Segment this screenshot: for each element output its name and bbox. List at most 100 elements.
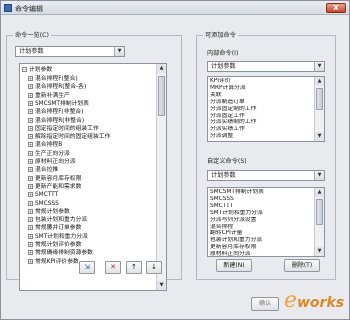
app-icon [4,4,12,12]
expand-icon[interactable]: + [28,167,33,173]
expand-icon[interactable]: + [28,117,33,123]
tree-item[interactable]: + 常规计划评价参数 [28,241,156,248]
expand-icon[interactable]: + [28,233,33,239]
move-up-button[interactable]: ↑ [126,261,142,274]
tree-item-label: SMCTTT [35,192,59,199]
expand-icon[interactable]: + [28,142,33,148]
tree-item-label: 常规腰井订单参数 [35,225,82,232]
expand-icon[interactable]: + [28,242,33,247]
command-tree-scrollbar[interactable]: ▲ ▼ [156,64,166,290]
tree-item[interactable]: + 固定指定时间的组装工作 [28,125,156,132]
tree-item[interactable]: + SMCSSS [28,200,156,207]
expand-icon[interactable]: + [28,225,33,231]
scroll-up-icon[interactable]: ▲ [157,64,166,73]
tree-item[interactable]: + SMCSMT排制计划表 [28,100,156,107]
builtin-commands-list[interactable]: KPI评价 MRP计算分派 关联 分派制造订单 分派固定制的工作 分派固定工作 分派实绩制的… [207,76,325,142]
builtin-list-scrollbar[interactable]: ▲ ▼ [314,77,324,141]
ok-button[interactable]: 确认 [251,297,279,311]
new-command-button[interactable]: 新建(N) [216,259,252,272]
delete-command-button[interactable]: 删除(T) [284,259,320,272]
tree-item[interactable]: + 更新容月库存权限 [28,175,156,182]
tree-item[interactable]: + 混合排程F(非整合) [28,108,156,115]
close-button[interactable]: X [326,3,346,13]
watermark-e: e [284,288,298,313]
chevron-down-icon[interactable]: ▼ [314,171,324,180]
tree-item[interactable]: + 包装计划和重力分派 [28,216,156,223]
expand-icon[interactable]: + [28,125,33,131]
expand-icon[interactable]: + [28,258,33,264]
tree-item-label: 原材料正向分派 [35,159,76,165]
tree-item-label: SMCSMT排制计划表 [35,100,89,107]
command-edit-dialog: 命令编辑 X 命令一览(C) 计划参数 ▼ − 计划参数 + 混合排程F(整合) + 混… [0,0,350,320]
scroll-thumb[interactable] [158,76,165,116]
tree-item-label: 混合排程F(非整合) [35,109,84,116]
builtin-command-item[interactable]: 分派调整 [210,133,312,140]
command-category-select[interactable]: 计划参数 ▼ [15,46,125,57]
scroll-thumb[interactable] [316,199,323,225]
expand-icon[interactable]: + [28,134,33,140]
expand-icon[interactable]: + [28,150,33,156]
tree-item-label: 混合排程R(非整合) [35,117,85,124]
custom-list-scrollbar[interactable]: ▲ ▼ [314,188,324,256]
tree-item-label: 常规确缘排制资源参数 [35,250,93,257]
tree-item[interactable]: + 混合排程F(整合) [28,75,156,82]
tree-item[interactable]: + 混合拉推 [28,166,156,173]
tree-item-label: 混合排程R(整合-各) [35,84,87,91]
expand-icon[interactable]: + [28,192,33,198]
tree-item[interactable]: + 常规确缘排制资源参数 [28,249,156,256]
tree-item[interactable]: + 原材料正向分派 [28,158,156,165]
custom-command-item[interactable]: 原材料正向分派 [210,251,312,256]
scroll-down-icon[interactable]: ▼ [315,247,324,256]
tree-item-label: 混合排程B [35,142,63,149]
tree-item[interactable]: + 解除指定时间的固定组装工作 [28,133,156,140]
tree-item[interactable]: + 混合排程R(整合-各) [28,83,156,90]
tree-item[interactable]: + SMCTTT [28,191,156,198]
collapse-icon[interactable]: − [22,67,27,72]
custom-category-select[interactable]: 计划参数 ▼ [207,170,325,181]
expand-icon[interactable]: + [28,109,33,115]
expand-icon[interactable]: + [28,159,33,164]
tree-item[interactable]: + 混合排程B [28,141,156,148]
tree-item[interactable]: + 更新产能和需求数 [28,183,156,190]
tree-item-label: SMCSSS [35,200,59,207]
expand-icon[interactable]: + [28,217,33,223]
tree-item[interactable]: + 混合排程R(非整合) [28,117,156,124]
tree-item[interactable]: + 生产正向分派 [28,150,156,157]
tree-item-label: 包装计划和重力分派 [35,217,88,224]
scroll-down-icon[interactable]: ▼ [315,132,324,141]
expand-icon[interactable]: + [28,208,33,214]
tree-item[interactable]: + SMT计划和重力分派 [28,233,156,240]
tree-item[interactable]: + 常规计划参数 [28,208,156,215]
expand-icon[interactable]: + [28,92,33,98]
delete-icon: ✕ [110,263,116,271]
available-commands-group: 可添加命令 内部命令(I) 计划参数 ▼ KPI评价 MRP计算分派 关联 分派制造订… [196,31,336,280]
move-down-button[interactable]: ↓ [146,261,162,274]
expand-icon[interactable]: + [28,250,33,256]
title-bar[interactable]: 命令编辑 X [1,1,349,15]
scroll-up-icon[interactable]: ▲ [315,188,324,197]
tree-item-label: 生产正向分派 [35,150,70,157]
expand-icon[interactable]: + [28,175,33,181]
tree-item-label: 更新产能和需求数 [35,183,82,190]
command-tree[interactable]: − 计划参数 + 混合排程F(整合) + 混合排程R(整合-各) + 重新补满生产 + SMCS… [19,63,167,291]
scroll-up-icon[interactable]: ▲ [315,77,324,86]
custom-commands-list[interactable]: SMCSMT排制计划表 SMCSSS SMCTTT SMT计划和重力分派 分派与列分派设… [207,187,325,257]
expand-icon[interactable]: + [28,100,33,106]
tree-item[interactable]: + 重新补满生产 [28,92,156,99]
builtin-category-select[interactable]: 计划参数 ▼ [207,61,325,72]
builtin-category-value: 计划参数 [211,63,236,70]
expand-icon[interactable]: + [28,84,33,90]
expand-icon[interactable]: + [28,183,33,189]
tree-item[interactable]: + 常规腰井订单参数 [28,224,156,231]
add-to-list-button[interactable]: ⇲ [79,261,95,274]
expand-icon[interactable]: + [28,200,33,206]
custom-commands-label: 自定义命令(S) [207,158,247,165]
tree-root-node[interactable]: − 计划参数 [22,66,156,73]
expand-icon[interactable]: + [28,76,33,81]
remove-button[interactable]: ✕ [105,261,121,274]
insert-icon: ⇲ [84,263,90,271]
chevron-down-icon[interactable]: ▼ [314,62,324,71]
chevron-down-icon[interactable]: ▼ [114,47,124,56]
tree-item-label: SMT计划和重力分派 [35,233,88,240]
scroll-thumb[interactable] [316,88,323,110]
